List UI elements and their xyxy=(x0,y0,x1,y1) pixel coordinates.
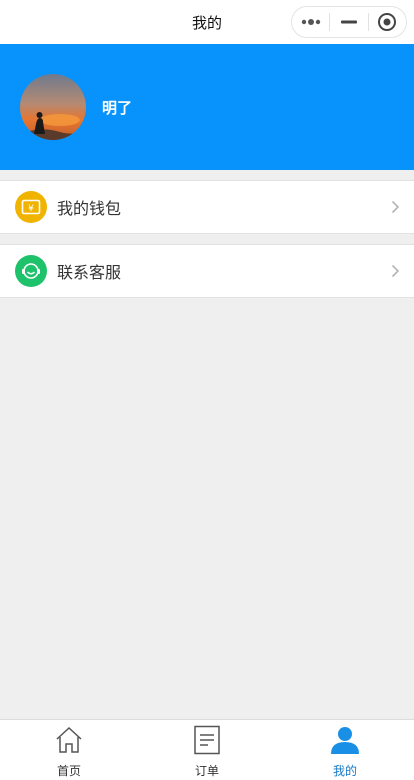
target-circle-icon xyxy=(378,13,397,31)
profile-header: 明了 xyxy=(0,44,414,170)
tab-label: 首页 xyxy=(56,764,81,778)
menu-item-wallet[interactable]: ¥ 我的钱包 xyxy=(0,180,414,234)
minimize-button[interactable] xyxy=(330,7,367,37)
menu-item-label: 联系客服 xyxy=(57,263,122,282)
tab-label: 订单 xyxy=(194,764,219,778)
tab-label: 我的 xyxy=(332,764,357,778)
avatar[interactable] xyxy=(20,74,86,140)
home-icon xyxy=(54,725,84,755)
more-options-button[interactable] xyxy=(292,7,329,37)
page-title: 我的 xyxy=(191,13,222,32)
tab-home[interactable]: 首页 xyxy=(0,720,138,780)
minimize-icon xyxy=(340,20,357,24)
chevron-right-icon xyxy=(391,264,400,278)
menu-item-label: 我的钱包 xyxy=(57,199,122,218)
user-icon xyxy=(330,725,360,755)
chevron-right-icon xyxy=(391,200,400,214)
capsule-menu xyxy=(291,6,407,38)
tab-mine[interactable]: 我的 xyxy=(276,720,414,780)
wallet-icon: ¥ xyxy=(15,191,47,223)
user-avatar-photo xyxy=(20,74,86,140)
username: 明了 xyxy=(102,99,133,117)
navigation-bar: 我的 xyxy=(0,0,414,44)
menu-item-customer-service[interactable]: 联系客服 xyxy=(0,244,414,298)
order-icon xyxy=(192,725,222,755)
tab-bar: 首页 订单 我的 xyxy=(0,719,414,780)
tab-orders[interactable]: 订单 xyxy=(138,720,276,780)
close-miniprogram-button[interactable] xyxy=(369,7,406,37)
customer-service-icon xyxy=(15,255,47,287)
svg-text:¥: ¥ xyxy=(28,204,34,214)
more-dots-icon xyxy=(301,19,320,25)
